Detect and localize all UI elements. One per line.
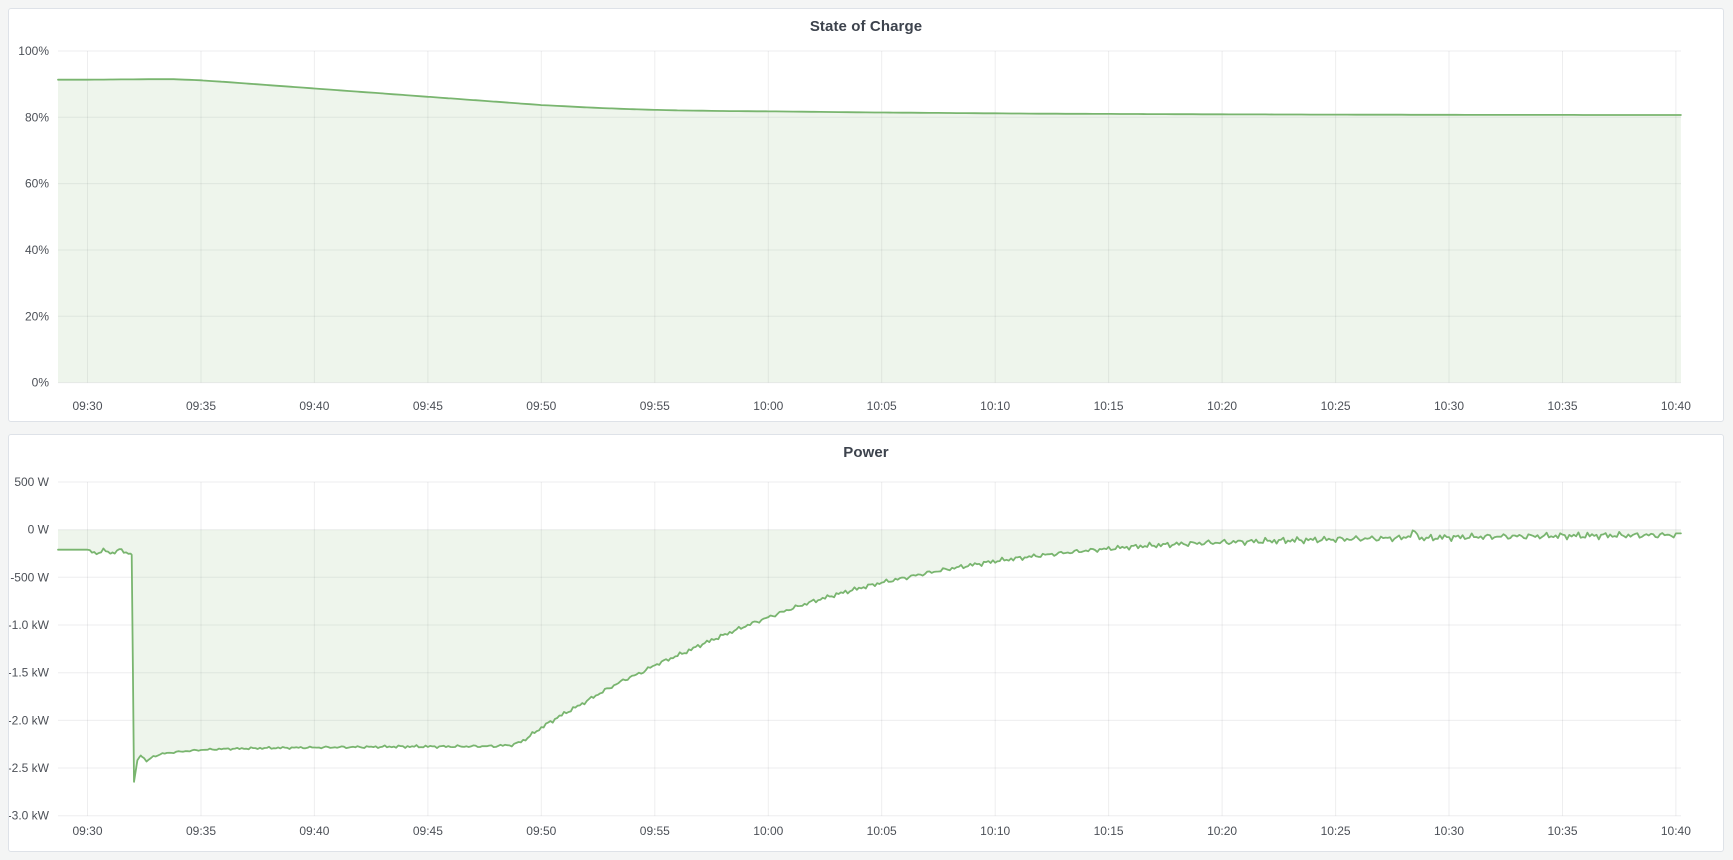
grafana-dashboard: { "page": { "background": "#f4f5f5", "pa… (0, 0, 1733, 860)
y-tick-label: 80% (25, 110, 49, 124)
y-tick-label: 60% (25, 177, 49, 191)
x-tick-label: 09:35 (186, 399, 216, 413)
power-chart[interactable]: 500 W 0 W -500 W -1.0 kW -1.5 kW -2.0 kW -2.5 … (9, 435, 1723, 851)
y-tick-label: 20% (25, 309, 49, 323)
y-tick-label: -2.5 kW (9, 761, 50, 775)
x-tick-label: 09:35 (186, 824, 216, 838)
x-tick-label: 10:00 (753, 399, 783, 413)
x-tick-label: 10:15 (1094, 824, 1124, 838)
x-tick-label: 10:40 (1661, 824, 1691, 838)
x-tick-label: 10:35 (1547, 399, 1577, 413)
x-tick-label: 10:15 (1094, 399, 1124, 413)
y-tick-label: -500 W (10, 570, 49, 584)
series-area (58, 79, 1681, 382)
x-tick-label: 10:10 (980, 399, 1010, 413)
x-tick-label: 09:40 (299, 399, 329, 413)
x-tick-label: 10:20 (1207, 399, 1237, 413)
panel-state-of-charge: State of Charge 100% 80% 60% 40% 20% 0% 09:30 0… (8, 8, 1724, 422)
y-tick-label: 0% (32, 376, 50, 390)
panel-title-power[interactable]: Power (9, 435, 1723, 469)
x-tick-label: 09:50 (526, 399, 556, 413)
y-tick-label: -2.0 kW (9, 713, 50, 727)
panel-power: Power 500 W 0 W -500 W -1.0 kW -1.5 kW -2.0 k… (8, 434, 1724, 852)
x-tick-label: 10:05 (867, 399, 897, 413)
y-tick-label: -1.0 kW (9, 618, 50, 632)
y-tick-label: -3.0 kW (9, 809, 50, 823)
x-tick-label: 10:40 (1661, 399, 1691, 413)
x-tick-label: 09:40 (299, 824, 329, 838)
x-tick-label: 09:45 (413, 399, 443, 413)
x-tick-label: 09:30 (72, 399, 102, 413)
x-tick-label: 09:55 (640, 399, 670, 413)
series-area (58, 530, 1681, 782)
state-of-charge-chart[interactable]: 100% 80% 60% 40% 20% 0% 09:30 09:35 09:40 09:45 09… (9, 9, 1723, 421)
x-tick-label: 10:10 (980, 824, 1010, 838)
y-tick-label: 0 W (28, 523, 50, 537)
y-tick-label: 100% (18, 44, 49, 58)
y-tick-label: 40% (25, 243, 49, 257)
x-tick-label: 10:30 (1434, 399, 1464, 413)
x-tick-label: 10:20 (1207, 824, 1237, 838)
x-tick-label: 10:25 (1321, 824, 1351, 838)
x-tick-label: 09:50 (526, 824, 556, 838)
x-tick-label: 10:35 (1547, 824, 1577, 838)
x-tick-label: 09:55 (640, 824, 670, 838)
x-tick-label: 10:30 (1434, 824, 1464, 838)
y-tick-label: 500 W (14, 475, 49, 489)
x-tick-label: 09:45 (413, 824, 443, 838)
x-tick-label: 09:30 (72, 824, 102, 838)
x-tick-label: 10:05 (867, 824, 897, 838)
x-tick-label: 10:00 (753, 824, 783, 838)
y-tick-label: -1.5 kW (9, 666, 50, 680)
x-tick-label: 10:25 (1321, 399, 1351, 413)
panel-title-state-of-charge[interactable]: State of Charge (9, 9, 1723, 43)
